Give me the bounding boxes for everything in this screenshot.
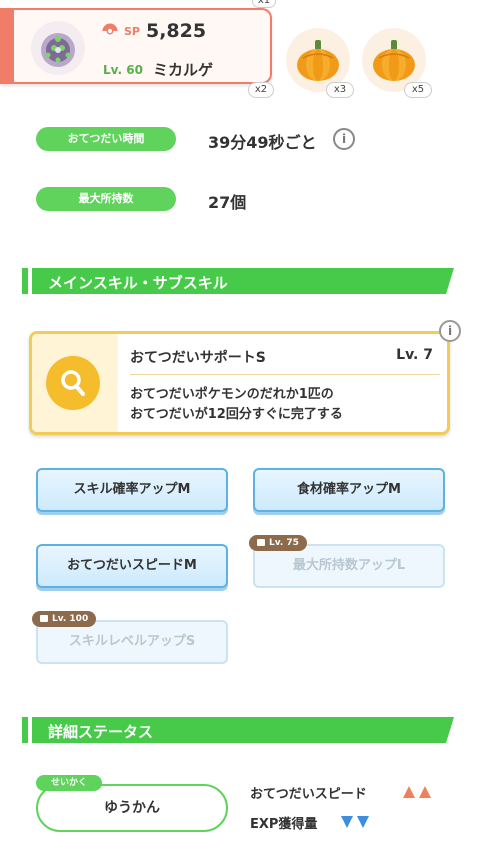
main-skill-card[interactable]: おてつだいサポートS Lv. 7 おてつだいポケモンのだれか1匹の おてつだいが… [29, 331, 450, 435]
max-carry-label: 最大所持数 [36, 187, 176, 211]
stat-down-label: EXP獲得量 [250, 817, 318, 832]
sub-skill-button[interactable]: 食材確率アップM [253, 468, 445, 512]
lock-icon [40, 615, 48, 622]
main-skill-name: おてつだいサポートS [130, 350, 266, 366]
magnifier-icon [46, 356, 100, 410]
section-title: 詳細ステータス [48, 723, 154, 741]
sub-skill-button[interactable]: おてつだいスピードM [36, 544, 228, 588]
max-carry-value: 27個 [208, 193, 247, 212]
main-skill-description: おてつだいポケモンのだれか1匹の おてつだいが12回分すぐに完了する [130, 387, 343, 422]
pumpkin-icon [373, 40, 415, 81]
main-skill-level: Lv. 7 [396, 347, 433, 363]
sp-label: SP [124, 24, 140, 38]
help-time-label: おてつだい時間 [36, 127, 176, 151]
pumpkin-icon [297, 40, 339, 81]
level-label: Lv. 60 [103, 62, 143, 77]
divider [130, 374, 440, 375]
lock-icon [257, 539, 265, 546]
info-icon[interactable]: i [439, 320, 461, 342]
lock-level-badge: Lv. 100 [32, 611, 97, 627]
section-header-details: 詳細ステータス [22, 717, 454, 743]
ingredient-count-badge: x1 [252, 0, 276, 8]
section-header-skills: メインスキル・サブスキル [22, 268, 454, 294]
stat-up-label: おてつだいスピード [250, 787, 367, 802]
nature-value[interactable]: ゆうかん [36, 784, 228, 832]
lock-level-badge: Lv. 75 [249, 535, 307, 551]
pokemon-avatar [31, 21, 85, 75]
stat-down-arrows-icon [341, 816, 369, 828]
ingredient-count-badge: x5 [404, 82, 432, 98]
card-accent-stripe [0, 10, 14, 82]
stat-up-arrows-icon [403, 786, 431, 798]
ingredient-count-badge: x2 [248, 82, 274, 98]
nature-tag: せいかく [36, 775, 102, 791]
pokeball-icon [102, 23, 118, 39]
section-title: メインスキル・サブスキル [48, 274, 228, 292]
pokemon-name: ミカルゲ [152, 61, 213, 79]
help-time-value: 39分49秒ごと [208, 133, 317, 152]
info-icon[interactable]: i [333, 128, 355, 150]
sub-skill-button[interactable]: スキル確率アップM [36, 468, 228, 512]
pokemon-card[interactable]: SP 5,825 Lv. 60 ミカルゲ [0, 8, 272, 84]
sp-value: 5,825 [145, 20, 207, 42]
ingredient-count-badge: x3 [326, 82, 354, 98]
